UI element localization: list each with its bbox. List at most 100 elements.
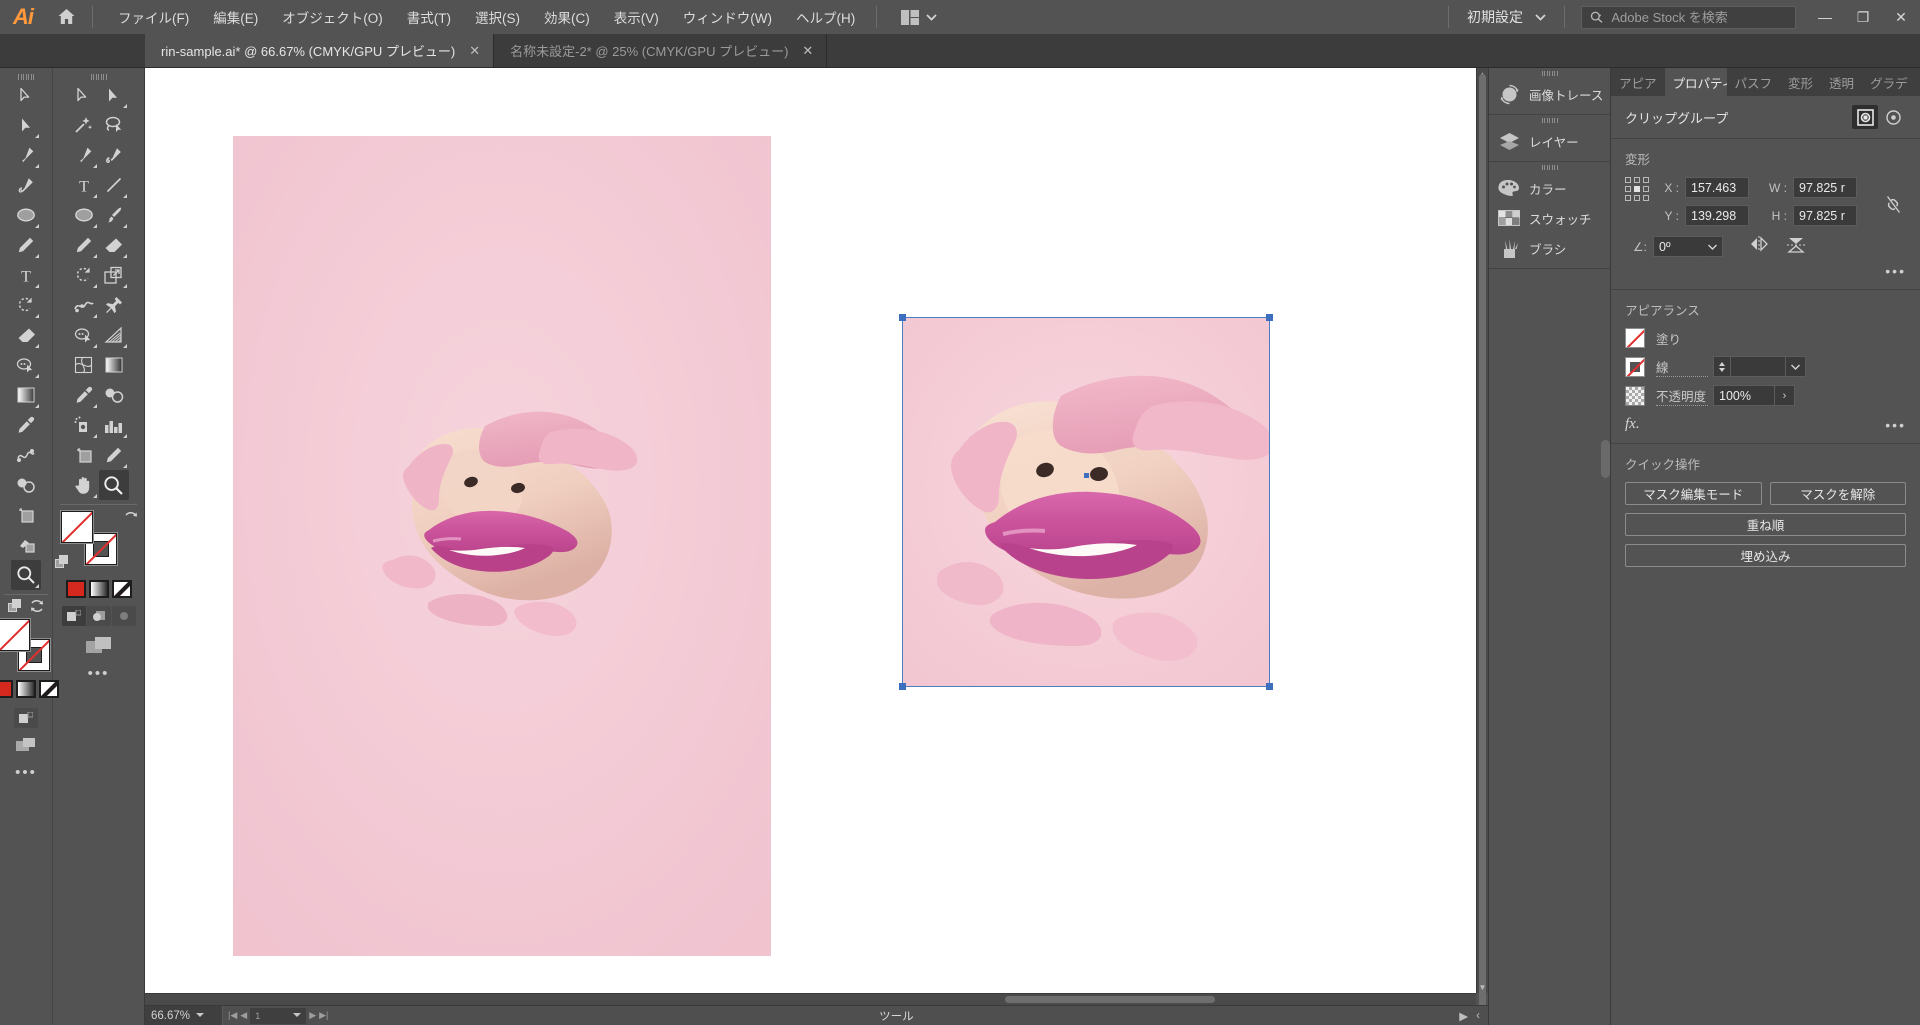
gradient-tool[interactable]: [11, 380, 41, 410]
curvature-tool[interactable]: [11, 170, 41, 200]
pen-tool-2[interactable]: [69, 140, 99, 170]
draw-behind-mode[interactable]: [86, 606, 111, 626]
target-icon[interactable]: [1880, 105, 1906, 129]
canvas-vertical-scrollbar[interactable]: ▲ ▼: [1476, 68, 1488, 1005]
status-resize-icon[interactable]: ‹: [1476, 1010, 1480, 1022]
home-icon[interactable]: [46, 0, 86, 34]
tab-transform[interactable]: 変形: [1780, 68, 1821, 96]
blend-tool[interactable]: [11, 440, 41, 470]
panel-grip[interactable]: [1489, 68, 1610, 79]
reference-point-selector[interactable]: [1625, 177, 1649, 201]
tab-transparency[interactable]: 透明: [1821, 68, 1862, 96]
isolate-mode-icon[interactable]: [1852, 105, 1878, 129]
restore-button[interactable]: ❐: [1844, 0, 1882, 34]
close-button[interactable]: ✕: [1882, 0, 1920, 34]
selection-tool-2[interactable]: [69, 80, 99, 110]
eraser-tool-2[interactable]: [99, 230, 129, 260]
document-tab-untitled-2[interactable]: 名称未設定-2* @ 25% (CMYK/GPU プレビュー) ✕: [494, 34, 828, 67]
flip-vertical-icon[interactable]: [1787, 236, 1805, 257]
menu-type[interactable]: 書式(T): [396, 2, 462, 32]
x-field[interactable]: 157.463: [1685, 177, 1749, 198]
properties-panel-scroll-thumb[interactable]: [1601, 440, 1610, 478]
pen-tool[interactable]: [11, 140, 41, 170]
menu-file[interactable]: ファイル(F): [107, 2, 200, 32]
eyedropper-tool[interactable]: [11, 410, 41, 440]
scale-tool[interactable]: [99, 260, 129, 290]
type-tool-2[interactable]: T: [69, 170, 99, 200]
opacity-options-icon[interactable]: ›: [1775, 385, 1795, 406]
magic-wand-tool[interactable]: [69, 110, 99, 140]
stroke-weight-dropdown[interactable]: [1786, 356, 1806, 377]
dock-item-color[interactable]: カラー: [1489, 173, 1610, 203]
swap-fill-stroke-icon[interactable]: [7, 599, 23, 613]
width-tool[interactable]: [69, 290, 99, 320]
none-swatch-button[interactable]: [39, 680, 59, 698]
free-transform-tool[interactable]: [99, 290, 129, 320]
tab-pathfinder[interactable]: パスフ: [1727, 68, 1781, 96]
angle-field[interactable]: 0º: [1653, 236, 1703, 257]
edit-toolbar-button[interactable]: •••: [15, 764, 37, 781]
minimize-button[interactable]: —: [1806, 0, 1844, 34]
menu-view[interactable]: 表示(V): [603, 2, 670, 32]
fill-swatch-button[interactable]: [1625, 328, 1645, 348]
color-swatch-button-2[interactable]: [65, 580, 86, 598]
rotation-angle-control[interactable]: 0º: [1653, 236, 1723, 257]
rotate-tool-2[interactable]: [69, 260, 99, 290]
direct-selection-tool-2[interactable]: [99, 80, 129, 110]
menu-select[interactable]: 選択(S): [464, 2, 531, 32]
prev-artboard-icon[interactable]: ◀: [240, 1010, 247, 1021]
search-input[interactable]: [1611, 9, 1787, 25]
artboard-tool[interactable]: [11, 500, 41, 530]
menu-object[interactable]: オブジェクト(O): [271, 2, 394, 32]
release-mask-button[interactable]: マスクを解除: [1769, 482, 1906, 505]
menu-window[interactable]: ウィンドウ(W): [672, 2, 783, 32]
rotate-tool[interactable]: [11, 290, 41, 320]
perspective-grid-tool[interactable]: [99, 320, 129, 350]
default-fill-stroke-icon[interactable]: [29, 599, 45, 613]
symbol-sprayer-tool-2[interactable]: [69, 410, 99, 440]
slice-tool[interactable]: [11, 530, 41, 560]
shape-builder-tool-2[interactable]: [69, 320, 99, 350]
opacity-control[interactable]: 100% ›: [1713, 385, 1795, 406]
stroke-weight-field[interactable]: [1730, 356, 1786, 377]
column-graph-tool[interactable]: [99, 410, 129, 440]
ellipse-tool-2[interactable]: [69, 200, 99, 230]
arrange-documents-button[interactable]: [893, 6, 945, 29]
curvature-tool-2[interactable]: [99, 140, 129, 170]
horizontal-scroll-thumb[interactable]: [1005, 996, 1215, 1003]
last-artboard-icon[interactable]: ▶|: [319, 1010, 328, 1021]
panel-grip[interactable]: [1489, 162, 1610, 173]
dock-item-swatches[interactable]: スウォッチ: [1489, 203, 1610, 233]
vertical-scroll-thumb[interactable]: [1479, 74, 1486, 1005]
none-swatch-button-2[interactable]: [111, 580, 132, 598]
canvas-horizontal-scrollbar[interactable]: [145, 993, 1476, 1005]
edit-toolbar-button-2[interactable]: •••: [88, 665, 110, 682]
symbol-sprayer-tool[interactable]: [11, 470, 41, 500]
pencil-tool[interactable]: [11, 230, 41, 260]
stroke-weight-control[interactable]: [1713, 356, 1806, 377]
workspace-switcher[interactable]: 初期設定: [1455, 2, 1558, 32]
close-icon[interactable]: ✕: [469, 44, 480, 57]
mask-edit-mode-button[interactable]: マスク編集モード: [1625, 482, 1762, 505]
selection-tool[interactable]: [11, 80, 41, 110]
zoom-tool-2[interactable]: [98, 470, 129, 500]
blend-tool-2[interactable]: [99, 380, 129, 410]
tab-gradient[interactable]: グラデ: [1862, 68, 1916, 96]
zoom-tool[interactable]: [11, 560, 41, 590]
pencil-tool-2[interactable]: [69, 230, 99, 260]
direct-selection-tool[interactable]: [11, 110, 41, 140]
scroll-down-icon[interactable]: ▼: [1477, 981, 1488, 993]
unlink-icon[interactable]: [1880, 177, 1906, 214]
arrange-order-button[interactable]: 重ね順: [1625, 513, 1906, 536]
stroke-weight-stepper[interactable]: [1713, 356, 1730, 377]
swap-fill-stroke-icon-2[interactable]: [123, 511, 139, 525]
opacity-field[interactable]: 100%: [1713, 385, 1775, 406]
gradient-swatch-button-2[interactable]: [88, 580, 109, 598]
artboard-number-field[interactable]: 1: [250, 1007, 307, 1024]
y-field[interactable]: 139.298: [1685, 205, 1749, 226]
hand-tool[interactable]: [69, 470, 99, 500]
panel-grip[interactable]: [18, 71, 34, 80]
shape-builder-tool[interactable]: [11, 350, 41, 380]
gradient-tool-2[interactable]: [99, 350, 129, 380]
transform-more-options-icon[interactable]: •••: [1885, 263, 1906, 279]
